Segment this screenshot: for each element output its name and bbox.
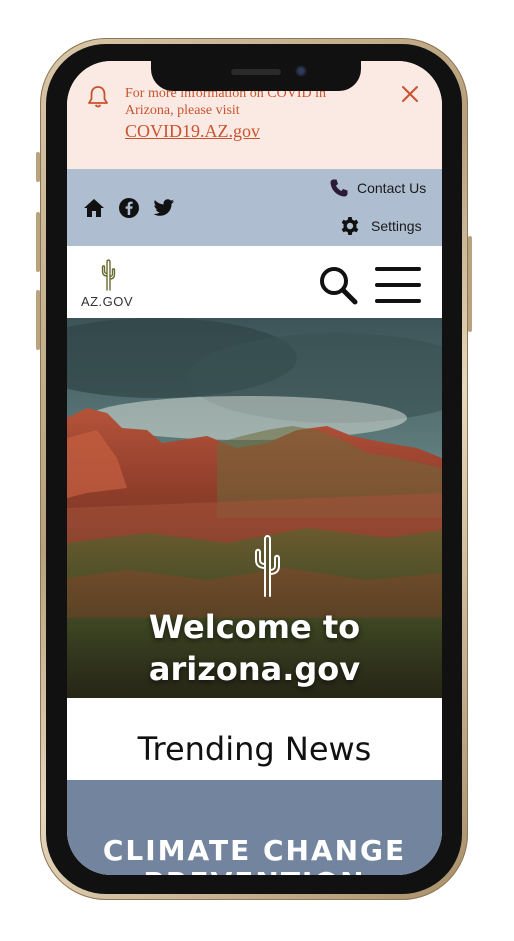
climate-change-card[interactable]: CLIMATE CHANGE PREVENTION (67, 780, 442, 875)
hero-welcome-heading: Welcome to arizona.gov (67, 606, 442, 690)
phone-icon (330, 179, 348, 197)
gear-icon (341, 217, 359, 235)
close-icon[interactable] (401, 85, 419, 103)
settings-label: Settings (371, 218, 422, 234)
search-icon[interactable] (317, 264, 359, 306)
volume-up-button (36, 212, 40, 272)
bell-icon (88, 86, 108, 108)
hamburger-menu-icon[interactable] (375, 264, 421, 306)
speaker (231, 69, 281, 75)
cactus-icon (255, 535, 280, 597)
home-icon[interactable] (83, 197, 105, 219)
welcome-line-1: Welcome to (148, 608, 361, 646)
az-gov-logo[interactable]: AZ.GOV (79, 256, 135, 312)
front-camera (295, 65, 307, 77)
notch (151, 55, 361, 91)
trending-news-title: Trending News (137, 730, 372, 768)
card-title-line-2: PREVENTION (67, 866, 442, 875)
hero-banner: Welcome to arizona.gov (67, 318, 442, 698)
trending-news-section: Trending News (67, 698, 442, 780)
cactus-logo-icon (101, 259, 116, 291)
card-title-line-1: CLIMATE CHANGE (102, 834, 407, 867)
contact-us-label: Contact Us (357, 180, 427, 196)
power-button (468, 236, 472, 332)
covid-link[interactable]: COVID19.AZ.gov (125, 121, 260, 142)
utility-bar: Contact Us Settings (67, 169, 442, 246)
settings-link[interactable]: Settings (339, 214, 422, 238)
welcome-line-2: arizona.gov (148, 650, 361, 688)
logo-text: AZ.GOV (80, 294, 134, 309)
facebook-icon[interactable] (118, 197, 140, 219)
twitter-icon[interactable] (153, 197, 175, 219)
volume-down-button (36, 290, 40, 350)
contact-us-link[interactable]: Contact Us (329, 177, 426, 199)
mute-switch (36, 152, 40, 182)
phone-screen: For more information on COVID in Arizona… (67, 61, 442, 875)
site-header: AZ.GOV (67, 246, 442, 318)
